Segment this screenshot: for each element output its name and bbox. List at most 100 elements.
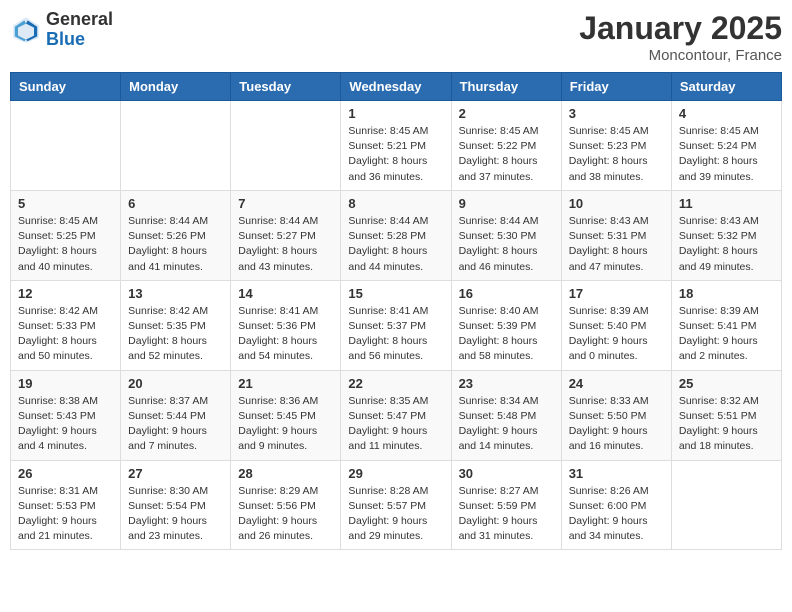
- day-info: Sunrise: 8:44 AM Sunset: 5:26 PM Dayligh…: [128, 214, 223, 275]
- table-row: 18Sunrise: 8:39 AM Sunset: 5:41 PM Dayli…: [671, 280, 781, 370]
- day-number: 4: [679, 106, 774, 121]
- table-row: 27 Sunrise: 8:30 AM Sunset: 5:54 PM Dayli…: [121, 460, 231, 550]
- day-info: Sunrise: 8:37 AM Sunset: 5:44 PM Dayligh…: [128, 394, 223, 455]
- table-row: 29 Sunrise: 8:28 AM Sunset: 5:57 PM Dayli…: [341, 460, 451, 550]
- day-info: Sunrise: 8:28 AM Sunset: 5:57 PM Dayligh…: [348, 484, 443, 545]
- day-info: Sunrise: 8:27 AM Sunset: 5:59 PM Dayligh…: [459, 484, 554, 545]
- day-info: Sunrise: 8:39 AM Sunset: 5:41 PM Dayligh…: [679, 304, 774, 365]
- day-number: 8: [348, 196, 443, 211]
- day-info: Sunrise: 8:34 AM Sunset: 5:48 PM Dayligh…: [459, 394, 554, 455]
- table-row: 3Sunrise: 8:45 AM Sunset: 5:23 PM Daylig…: [561, 101, 671, 191]
- day-info: Sunrise: 8:43 AM Sunset: 5:31 PM Dayligh…: [569, 214, 664, 275]
- day-number: 28: [238, 466, 333, 481]
- table-row: 24 Sunrise: 8:33 AM Sunset: 5:50 PM Dayli…: [561, 370, 671, 460]
- table-row: [11, 101, 121, 191]
- day-number: 11: [679, 196, 774, 211]
- day-info: Sunrise: 8:29 AM Sunset: 5:56 PM Dayligh…: [238, 484, 333, 545]
- header-friday: Friday: [561, 73, 671, 101]
- page-header: General Blue January 2025 Moncontour, Fr…: [10, 10, 782, 64]
- header-monday: Monday: [121, 73, 231, 101]
- table-row: 7 Sunrise: 8:44 AM Sunset: 5:27 PM Daylig…: [231, 190, 341, 280]
- day-number: 25: [679, 376, 774, 391]
- day-info: Sunrise: 8:38 AM Sunset: 5:43 PM Dayligh…: [18, 394, 113, 455]
- day-number: 19: [18, 376, 113, 391]
- day-info: Sunrise: 8:45 AM Sunset: 5:23 PM Dayligh…: [569, 124, 664, 185]
- day-info: Sunrise: 8:42 AM Sunset: 5:33 PM Dayligh…: [18, 304, 113, 365]
- day-number: 31: [569, 466, 664, 481]
- table-row: 22 Sunrise: 8:35 AM Sunset: 5:47 PM Dayli…: [341, 370, 451, 460]
- day-number: 13: [128, 286, 223, 301]
- day-number: 16: [459, 286, 554, 301]
- table-row: 28 Sunrise: 8:29 AM Sunset: 5:56 PM Dayli…: [231, 460, 341, 550]
- logo-icon: [10, 14, 42, 46]
- day-number: 7: [238, 196, 333, 211]
- table-row: 23 Sunrise: 8:34 AM Sunset: 5:48 PM Dayli…: [451, 370, 561, 460]
- day-number: 20: [128, 376, 223, 391]
- day-number: 17: [569, 286, 664, 301]
- table-row: 8Sunrise: 8:44 AM Sunset: 5:28 PM Daylig…: [341, 190, 451, 280]
- day-info: Sunrise: 8:39 AM Sunset: 5:40 PM Dayligh…: [569, 304, 664, 365]
- header-thursday: Thursday: [451, 73, 561, 101]
- table-row: [231, 101, 341, 191]
- day-info: Sunrise: 8:30 AM Sunset: 5:54 PM Dayligh…: [128, 484, 223, 545]
- table-row: 9 Sunrise: 8:44 AM Sunset: 5:30 PM Daylig…: [451, 190, 561, 280]
- table-row: 21 Sunrise: 8:36 AM Sunset: 5:45 PM Dayli…: [231, 370, 341, 460]
- title-section: January 2025 Moncontour, France: [579, 10, 782, 64]
- table-row: 16 Sunrise: 8:40 AM Sunset: 5:39 PM Dayli…: [451, 280, 561, 370]
- table-row: 15 Sunrise: 8:41 AM Sunset: 5:37 PM Dayli…: [341, 280, 451, 370]
- day-info: Sunrise: 8:45 AM Sunset: 5:25 PM Dayligh…: [18, 214, 113, 275]
- logo-general-text: General: [46, 10, 113, 30]
- day-number: 1: [348, 106, 443, 121]
- table-row: 1 Sunrise: 8:45 AM Sunset: 5:21 PM Daylig…: [341, 101, 451, 191]
- day-info: Sunrise: 8:40 AM Sunset: 5:39 PM Dayligh…: [459, 304, 554, 365]
- table-row: 11 Sunrise: 8:43 AM Sunset: 5:32 PM Dayli…: [671, 190, 781, 280]
- day-number: 9: [459, 196, 554, 211]
- logo: General Blue: [10, 10, 113, 50]
- table-row: 25Sunrise: 8:32 AM Sunset: 5:51 PM Dayli…: [671, 370, 781, 460]
- table-row: 26Sunrise: 8:31 AM Sunset: 5:53 PM Dayli…: [11, 460, 121, 550]
- header-saturday: Saturday: [671, 73, 781, 101]
- table-row: 30Sunrise: 8:27 AM Sunset: 5:59 PM Dayli…: [451, 460, 561, 550]
- day-info: Sunrise: 8:33 AM Sunset: 5:50 PM Dayligh…: [569, 394, 664, 455]
- day-number: 29: [348, 466, 443, 481]
- day-info: Sunrise: 8:36 AM Sunset: 5:45 PM Dayligh…: [238, 394, 333, 455]
- logo-blue-text: Blue: [46, 30, 113, 50]
- day-number: 23: [459, 376, 554, 391]
- header-sunday: Sunday: [11, 73, 121, 101]
- calendar-week-row: 5Sunrise: 8:45 AM Sunset: 5:25 PM Daylig…: [11, 190, 782, 280]
- table-row: 14 Sunrise: 8:41 AM Sunset: 5:36 PM Dayli…: [231, 280, 341, 370]
- table-row: 6Sunrise: 8:44 AM Sunset: 5:26 PM Daylig…: [121, 190, 231, 280]
- table-row: 4Sunrise: 8:45 AM Sunset: 5:24 PM Daylig…: [671, 101, 781, 191]
- calendar-week-row: 1 Sunrise: 8:45 AM Sunset: 5:21 PM Daylig…: [11, 101, 782, 191]
- month-title: January 2025: [579, 10, 782, 47]
- calendar-table: Sunday Monday Tuesday Wednesday Thursday…: [10, 72, 782, 550]
- calendar-header-row: Sunday Monday Tuesday Wednesday Thursday…: [11, 73, 782, 101]
- calendar-week-row: 26Sunrise: 8:31 AM Sunset: 5:53 PM Dayli…: [11, 460, 782, 550]
- day-info: Sunrise: 8:42 AM Sunset: 5:35 PM Dayligh…: [128, 304, 223, 365]
- table-row: 19 Sunrise: 8:38 AM Sunset: 5:43 PM Dayli…: [11, 370, 121, 460]
- day-number: 24: [569, 376, 664, 391]
- table-row: 17 Sunrise: 8:39 AM Sunset: 5:40 PM Dayli…: [561, 280, 671, 370]
- table-row: [671, 460, 781, 550]
- day-info: Sunrise: 8:31 AM Sunset: 5:53 PM Dayligh…: [18, 484, 113, 545]
- day-info: Sunrise: 8:45 AM Sunset: 5:22 PM Dayligh…: [459, 124, 554, 185]
- day-number: 21: [238, 376, 333, 391]
- day-info: Sunrise: 8:41 AM Sunset: 5:36 PM Dayligh…: [238, 304, 333, 365]
- header-tuesday: Tuesday: [231, 73, 341, 101]
- day-info: Sunrise: 8:41 AM Sunset: 5:37 PM Dayligh…: [348, 304, 443, 365]
- table-row: 20 Sunrise: 8:37 AM Sunset: 5:44 PM Dayli…: [121, 370, 231, 460]
- day-number: 2: [459, 106, 554, 121]
- day-info: Sunrise: 8:44 AM Sunset: 5:27 PM Dayligh…: [238, 214, 333, 275]
- day-number: 27: [128, 466, 223, 481]
- day-number: 14: [238, 286, 333, 301]
- day-info: Sunrise: 8:35 AM Sunset: 5:47 PM Dayligh…: [348, 394, 443, 455]
- table-row: [121, 101, 231, 191]
- table-row: 2 Sunrise: 8:45 AM Sunset: 5:22 PM Daylig…: [451, 101, 561, 191]
- day-info: Sunrise: 8:44 AM Sunset: 5:30 PM Dayligh…: [459, 214, 554, 275]
- day-info: Sunrise: 8:43 AM Sunset: 5:32 PM Dayligh…: [679, 214, 774, 275]
- table-row: 13 Sunrise: 8:42 AM Sunset: 5:35 PM Dayli…: [121, 280, 231, 370]
- day-number: 22: [348, 376, 443, 391]
- day-info: Sunrise: 8:45 AM Sunset: 5:21 PM Dayligh…: [348, 124, 443, 185]
- day-number: 15: [348, 286, 443, 301]
- table-row: 12Sunrise: 8:42 AM Sunset: 5:33 PM Dayli…: [11, 280, 121, 370]
